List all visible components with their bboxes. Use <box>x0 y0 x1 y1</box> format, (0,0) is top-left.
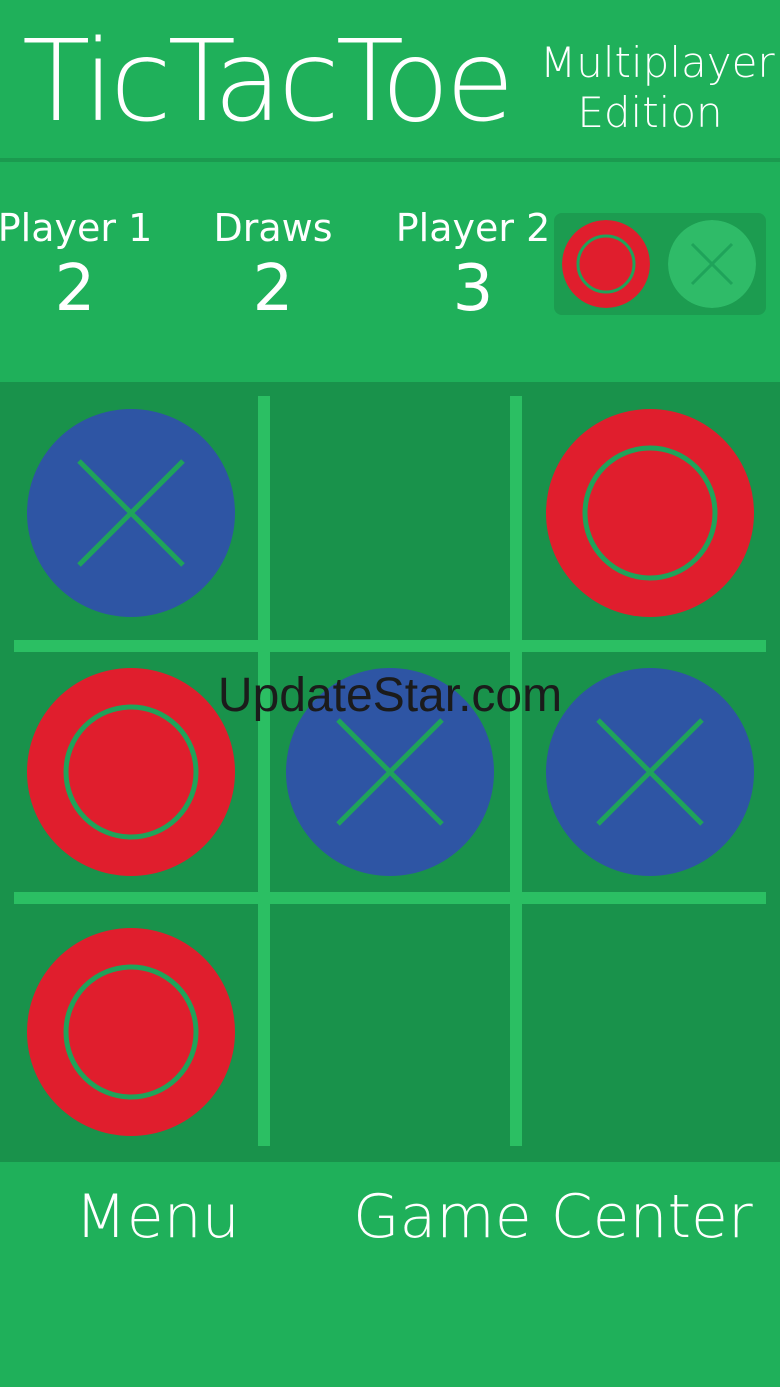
x-piece-icon <box>668 220 756 308</box>
game-center-button[interactable]: Game Center <box>353 1182 753 1252</box>
menu-button[interactable]: Menu <box>75 1182 240 1252</box>
o-piece-icon <box>546 409 754 617</box>
player1-value: 2 <box>54 252 96 326</box>
grid-line-v1 <box>258 396 270 1146</box>
subtitle-line-2: Edition <box>577 88 723 137</box>
o-piece-icon <box>27 928 235 1136</box>
board-cell-3[interactable] <box>546 409 754 617</box>
subtitle-line-1: Multiplayer <box>540 38 775 87</box>
o-piece-icon <box>562 220 650 308</box>
edition-subtitle: Multiplayer Edition <box>540 38 775 138</box>
board-cell-7[interactable] <box>27 928 235 1136</box>
player1-score: Player 1 2 <box>0 205 160 327</box>
player2-score: Player 2 3 <box>388 205 558 327</box>
board-cell-1[interactable] <box>27 409 235 617</box>
grid-line-v2 <box>510 396 522 1146</box>
board-cell-9[interactable] <box>546 928 754 1136</box>
draws-label: Draws <box>213 206 333 250</box>
x-piece-icon <box>27 409 235 617</box>
watermark-text: UpdateStar.com <box>217 669 563 722</box>
board-cell-8[interactable] <box>286 928 494 1136</box>
board-cell-2[interactable] <box>286 409 494 617</box>
grid-line-h2 <box>14 892 766 904</box>
player2-value: 3 <box>452 252 494 326</box>
turn-toggle[interactable] <box>554 213 766 315</box>
app-title: TicTacToe <box>22 17 515 147</box>
grid-line-h1 <box>14 640 766 652</box>
player2-label: Player 2 <box>395 206 551 250</box>
header-divider <box>0 158 780 162</box>
player1-label: Player 1 <box>0 206 153 250</box>
draws-value: 2 <box>252 252 294 326</box>
game-board <box>0 382 780 1162</box>
draws-score: Draws 2 <box>188 205 358 327</box>
